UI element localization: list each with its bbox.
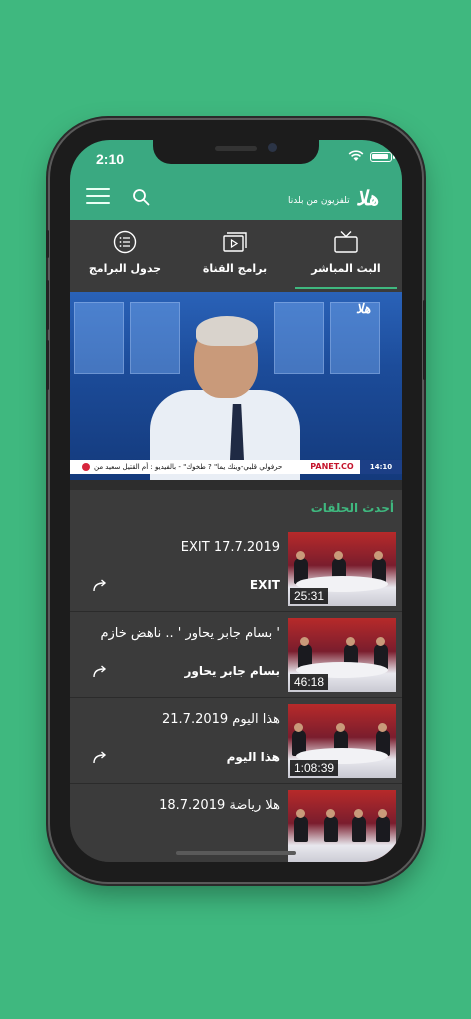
share-icon[interactable] (92, 578, 108, 592)
presenter-hair (196, 316, 258, 346)
notch (153, 140, 319, 164)
tab-label: جدول البرامج (88, 262, 162, 275)
volume-up-button (46, 280, 49, 330)
episode-show-name: بسام جابر يحاور (184, 664, 280, 678)
channel-logo[interactable]: هلا (356, 186, 380, 210)
tv-icon (334, 231, 358, 253)
status-time: 2:10 (96, 151, 125, 167)
episode-thumbnail: 1:08:39 (288, 704, 396, 778)
live-video-player[interactable]: هلا حرفولي قلبي-وينك يما" ? طخوك" - بالف… (70, 292, 402, 480)
episode-thumbnail: 46:18 (288, 618, 396, 692)
home-indicator[interactable] (176, 851, 296, 855)
tab-label: البث المباشر (311, 262, 381, 275)
episode-list: 25:31 EXIT 17.7.2019 EXIT 46:18 ' بسام ج… (70, 526, 402, 862)
tab-channel-programs[interactable]: برامج القناة (180, 220, 290, 292)
battery-icon (370, 152, 395, 162)
list-circle-icon (113, 230, 137, 254)
news-ticker: حرفولي قلبي-وينك يما" ? طخوك" - بالفيديو… (70, 460, 402, 474)
episode-show-name: EXIT (249, 578, 280, 592)
episode-item[interactable]: 25:31 EXIT 17.7.2019 EXIT (70, 526, 402, 612)
share-icon[interactable] (92, 664, 108, 678)
tab-label: برامج القناة (202, 262, 268, 275)
share-icon[interactable] (92, 750, 108, 764)
episode-duration: 25:31 (290, 588, 329, 604)
studio-panel (130, 302, 180, 374)
speaker (215, 146, 257, 151)
episode-title: هذا اليوم 21.7.2019 (162, 712, 280, 727)
episode-duration: 46:18 (290, 674, 329, 690)
front-camera (268, 143, 277, 152)
ticker-time: 14:10 (360, 460, 402, 474)
episode-duration: 1:08:39 (290, 760, 339, 776)
app-screen: 2:10 تلفزيون من بلدنا هلا جدول البرامج ب… (70, 140, 402, 862)
app-header: تلفزيون من بلدنا هلا (70, 174, 402, 220)
studio-panel (74, 302, 124, 374)
active-tab-indicator (295, 287, 397, 289)
episode-thumbnail: 25:31 (288, 532, 396, 606)
episode-item[interactable]: 46:18 ' بسام جابر يحاور ' .. ناهض خازم ب… (70, 612, 402, 698)
tab-bar: جدول البرامج برامج القناة البث المباشر (70, 220, 402, 293)
hamburger-menu-icon[interactable] (86, 186, 110, 206)
tab-schedule[interactable]: جدول البرامج (70, 220, 180, 292)
logo-tagline: تلفزيون من بلدنا (288, 196, 350, 206)
episode-item[interactable]: 1:08:39 هذا اليوم 21.7.2019 هذا اليوم (70, 698, 402, 784)
episode-title: EXIT 17.7.2019 (180, 540, 280, 555)
tab-live-broadcast[interactable]: البث المباشر (291, 220, 401, 292)
play-screen-icon (223, 232, 247, 252)
ticker-brand: PANET.CO (306, 460, 358, 474)
section-title: أحدث الحلقات (310, 501, 394, 515)
studio-panel (330, 302, 380, 374)
latest-episodes-header: أحدث الحلقات (70, 490, 402, 526)
episode-title: هلا رياضة 18.7.2019 (159, 798, 280, 813)
power-button (423, 300, 426, 380)
search-icon[interactable] (132, 188, 150, 206)
episode-show-name: هذا اليوم (226, 750, 280, 764)
channel-watermark: هلا (356, 302, 371, 317)
ticker-dot-icon (82, 463, 90, 471)
ticker-text: حرفولي قلبي-وينك يما" ? طخوك" - بالفيديو… (94, 463, 283, 471)
wifi-icon (348, 150, 364, 161)
episode-title: ' بسام جابر يحاور ' .. ناهض خازم (100, 626, 280, 641)
episode-thumbnail (288, 790, 396, 862)
studio-panel (274, 302, 324, 374)
volume-down-button (46, 340, 49, 390)
mute-switch (46, 230, 49, 258)
